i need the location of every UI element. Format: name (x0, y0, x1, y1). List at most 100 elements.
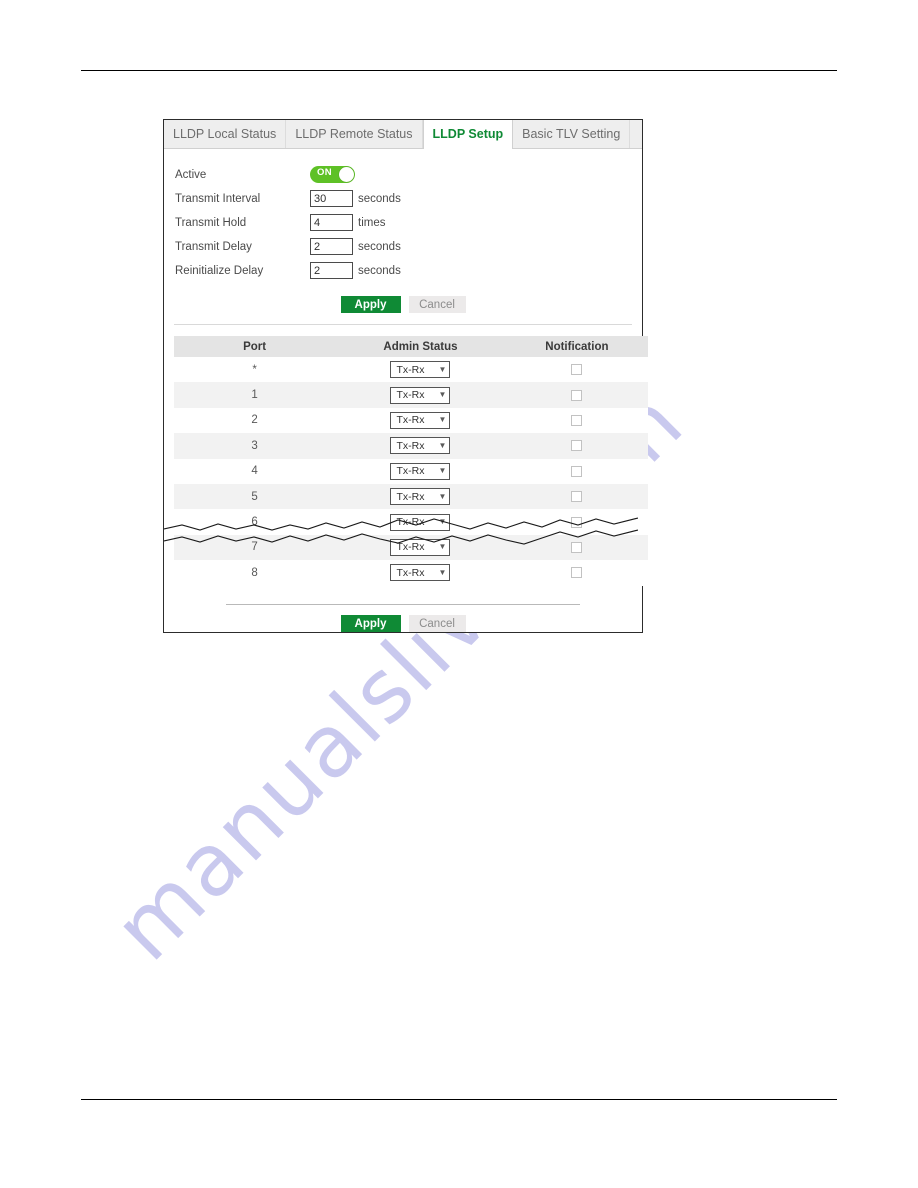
tab-lldp-setup[interactable]: LLDP Setup (422, 120, 514, 149)
admin-status-select[interactable]: Tx-Rx ▼ (390, 386, 451, 404)
cell-notification (505, 560, 648, 586)
chevron-down-icon: ▼ (438, 517, 447, 527)
cell-port: 5 (174, 483, 336, 510)
tab-bar: LLDP Local Status LLDP Remote Status LLD… (164, 120, 642, 149)
cell-notification (505, 433, 648, 459)
cell-notification (505, 509, 648, 535)
admin-status-select-value: Tx-Rx (396, 541, 425, 554)
column-header-port: Port (174, 336, 336, 357)
apply-button-top[interactable]: Apply (340, 296, 401, 313)
bottom-button-row: Apply Cancel (164, 614, 642, 632)
chevron-down-icon: ▼ (438, 364, 447, 374)
active-toggle[interactable]: ON (310, 166, 355, 183)
notification-checkbox[interactable] (571, 465, 583, 477)
cell-notification (505, 407, 648, 434)
table-row: 8 Tx-Rx ▼ (174, 560, 648, 586)
cell-port: 1 (174, 382, 336, 408)
admin-status-select[interactable]: Tx-Rx ▼ (390, 538, 451, 556)
cell-port: * (174, 357, 336, 383)
table-row: * Tx-Rx ▼ (174, 357, 648, 383)
notification-checkbox[interactable] (571, 364, 583, 376)
active-toggle-label: ON (317, 167, 332, 178)
admin-status-select[interactable]: Tx-Rx ▼ (390, 462, 451, 480)
table-row: 7 Tx-Rx ▼ (174, 534, 648, 561)
admin-status-select-value: Tx-Rx (396, 439, 425, 452)
notification-checkbox[interactable] (571, 567, 583, 579)
cell-port: 8 (174, 560, 336, 586)
notification-checkbox[interactable] (571, 414, 583, 426)
admin-status-select-value: Tx-Rx (396, 414, 425, 427)
transmit-interval-unit: seconds (358, 192, 401, 205)
tab-lldp-local-status[interactable]: LLDP Local Status (164, 120, 287, 148)
toggle-knob-icon (339, 167, 354, 182)
transmit-hold-label: Transmit Hold (175, 216, 247, 229)
admin-status-select-value: Tx-Rx (396, 363, 425, 376)
notification-checkbox[interactable] (571, 541, 583, 553)
cell-notification (505, 357, 648, 383)
apply-button-bottom[interactable]: Apply (340, 614, 401, 632)
cell-notification (505, 534, 648, 561)
cell-admin-status: Tx-Rx ▼ (335, 534, 506, 561)
top-button-row: Apply Cancel (164, 296, 642, 313)
admin-status-select-value: Tx-Rx (396, 566, 425, 579)
table-row: 4 Tx-Rx ▼ (174, 458, 648, 484)
cancel-button-bottom[interactable]: Cancel (408, 614, 466, 632)
cell-port: 3 (174, 433, 336, 459)
cell-notification (505, 458, 648, 484)
bottom-divider (226, 603, 580, 605)
lldp-setup-panel: LLDP Local Status LLDP Remote Status LLD… (163, 119, 648, 633)
cell-notification (505, 382, 648, 408)
active-row: Active ON (164, 163, 642, 186)
transmit-delay-input[interactable] (310, 238, 353, 255)
notification-checkbox[interactable] (571, 389, 583, 401)
table-row: 5 Tx-Rx ▼ (174, 483, 648, 510)
admin-status-select[interactable]: Tx-Rx ▼ (390, 513, 451, 531)
admin-status-select[interactable]: Tx-Rx ▼ (390, 361, 451, 379)
cell-admin-status: Tx-Rx ▼ (335, 560, 506, 586)
cell-admin-status: Tx-Rx ▼ (335, 509, 506, 535)
table-row: 1 Tx-Rx ▼ (174, 382, 648, 408)
tab-basic-tlv-setting[interactable]: Basic TLV Setting (513, 120, 631, 148)
admin-status-select-value: Tx-Rx (396, 490, 425, 503)
chevron-down-icon: ▼ (438, 542, 447, 552)
cell-notification (505, 483, 648, 510)
chevron-down-icon: ▼ (438, 491, 447, 501)
notification-checkbox[interactable] (571, 516, 583, 528)
notification-checkbox[interactable] (571, 440, 583, 452)
transmit-hold-input[interactable] (310, 214, 353, 231)
admin-status-select[interactable]: Tx-Rx ▼ (390, 564, 451, 582)
cell-admin-status: Tx-Rx ▼ (335, 407, 506, 434)
reinitialize-delay-input[interactable] (310, 262, 353, 279)
admin-status-select[interactable]: Tx-Rx ▼ (390, 488, 451, 506)
port-table-body: * Tx-Rx ▼ 1 Tx-Rx ▼ 2 Tx-Rx ▼ 3 Tx-Rx ▼ 4 Tx-Rx ▼ 5 Tx-R… (174, 357, 648, 586)
chevron-down-icon: ▼ (438, 440, 447, 450)
transmit-delay-row: Transmit Delay seconds (164, 235, 642, 258)
port-table-wrapper: Port Admin Status Notification * Tx-Rx ▼ 1 T… (164, 336, 648, 586)
tab-lldp-remote-status[interactable]: LLDP Remote Status (286, 120, 423, 148)
cell-port: 6 (174, 509, 336, 535)
chevron-down-icon: ▼ (438, 567, 447, 577)
reinitialize-delay-row: Reinitialize Delay seconds (164, 259, 642, 282)
active-label: Active (175, 168, 207, 181)
cell-admin-status: Tx-Rx ▼ (335, 458, 506, 484)
transmit-hold-unit: times (358, 216, 386, 229)
cell-admin-status: Tx-Rx ▼ (335, 483, 506, 510)
admin-status-select-value: Tx-Rx (396, 389, 425, 402)
notification-checkbox[interactable] (571, 491, 583, 503)
lldp-settings-form: Active ON Transmit Interval seconds Tran… (164, 149, 642, 325)
cancel-button-top[interactable]: Cancel (408, 296, 466, 313)
admin-status-select[interactable]: Tx-Rx ▼ (390, 411, 451, 429)
cell-port: 7 (174, 534, 336, 561)
column-header-admin-status: Admin Status (335, 336, 506, 357)
admin-status-select[interactable]: Tx-Rx ▼ (390, 437, 451, 455)
chevron-down-icon: ▼ (438, 415, 447, 425)
chevron-down-icon: ▼ (438, 390, 447, 400)
transmit-interval-input[interactable] (310, 190, 353, 207)
table-header-row: Port Admin Status Notification (174, 336, 648, 357)
cell-admin-status: Tx-Rx ▼ (335, 357, 506, 383)
reinitialize-delay-unit: seconds (358, 264, 401, 277)
admin-status-select-value: Tx-Rx (396, 465, 425, 478)
cell-admin-status: Tx-Rx ▼ (335, 433, 506, 459)
transmit-delay-unit: seconds (358, 240, 401, 253)
page-header-rule (81, 70, 837, 71)
